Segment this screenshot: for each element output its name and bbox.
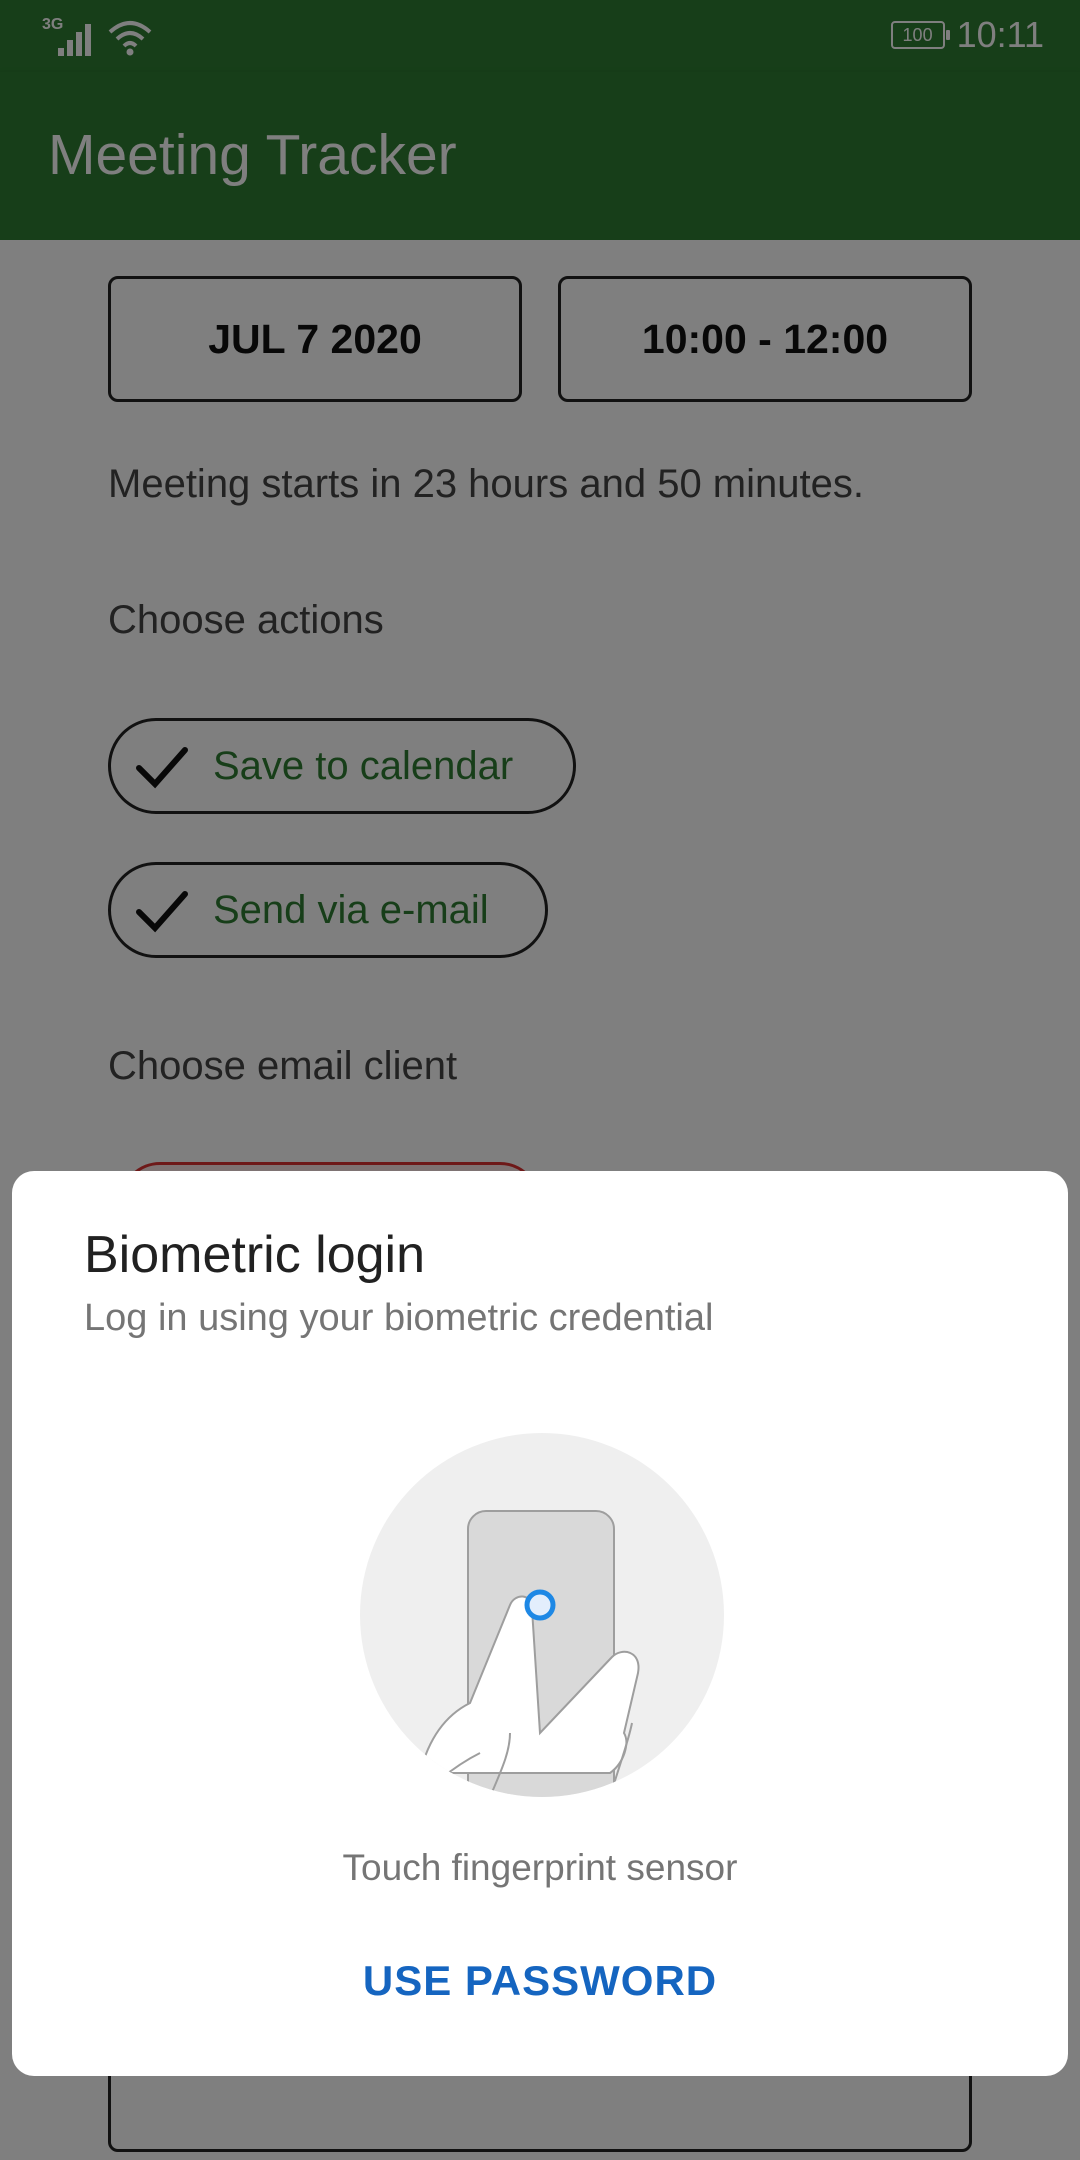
fingerprint-sensor-illustration xyxy=(360,1433,724,1797)
dialog-subtitle: Log in using your biometric credential xyxy=(84,1297,714,1339)
biometric-dialog: Biometric login Log in using your biomet… xyxy=(12,1171,1068,2076)
dialog-title: Biometric login xyxy=(84,1226,426,1284)
use-password-button[interactable]: USE PASSWORD xyxy=(340,1957,740,2021)
fingerprint-status-text: Touch fingerprint sensor xyxy=(342,1847,738,1888)
